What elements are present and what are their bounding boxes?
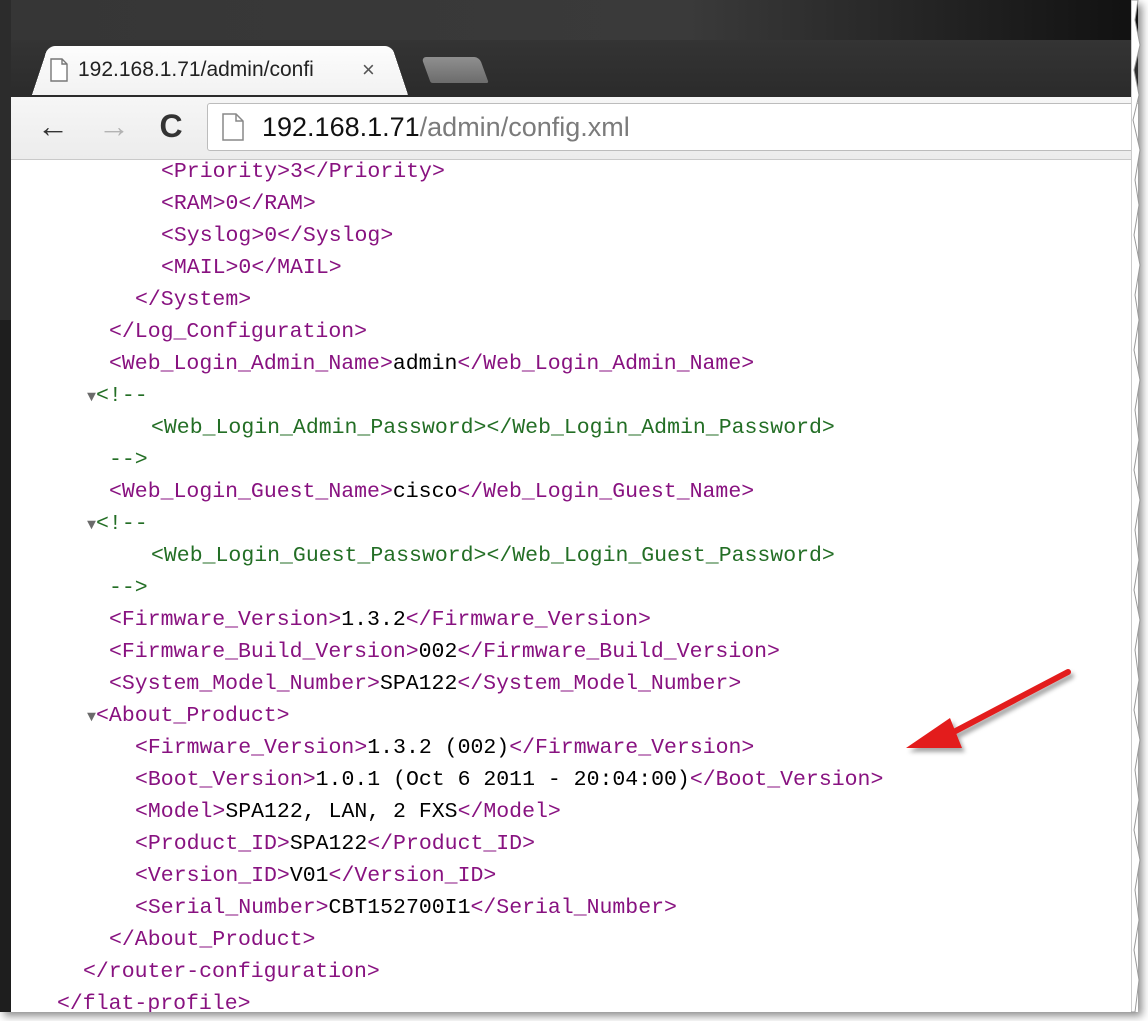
annotation-arrow-icon — [906, 669, 1071, 748]
torn-edge — [1131, 0, 1141, 1013]
browser-window: 192.168.1.71/admin/confi × ← → C 192.168… — [0, 0, 1138, 1012]
